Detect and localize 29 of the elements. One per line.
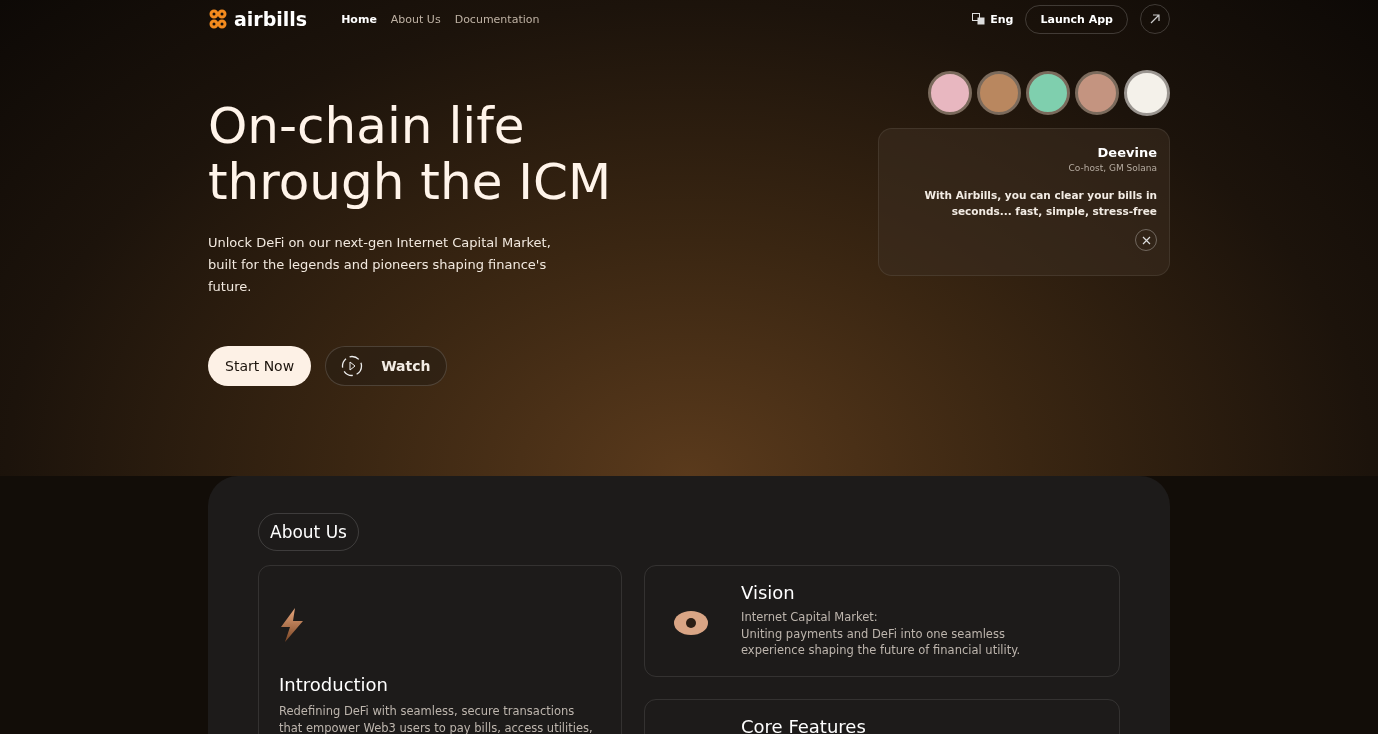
testimonial-name: Deevine <box>1097 145 1157 160</box>
card-title: Introduction <box>279 674 389 695</box>
testimonial-role: Co-host, GM Solana <box>1068 163 1157 173</box>
logo-icon <box>208 9 228 29</box>
translate-icon[interactable] <box>972 13 986 25</box>
play-icon <box>341 355 364 377</box>
x-icon <box>1141 235 1151 245</box>
avatar[interactable] <box>1075 71 1119 115</box>
logo-text: airbills <box>234 8 308 30</box>
hero-title: On-chain life through the ICM <box>208 98 612 210</box>
card-text: Internet Capital Market: Uniting payments and DeFi into one seamless experience shaping the future of financial utility. <box>741 609 1022 659</box>
hero-subtitle: Unlock DeFi on our next-gen Internet Capital Market, built for the legends and pioneers shaping finance's future. <box>208 234 552 296</box>
language-selector[interactable]: Eng <box>990 12 1014 26</box>
card-title: Vision <box>741 582 796 603</box>
avatar[interactable] <box>928 71 972 115</box>
avatar[interactable] <box>1124 70 1170 116</box>
eye-icon <box>673 610 709 636</box>
card-text: Redefining DeFi with seamless, secure transactions that empower Web3 users to pay bills, access utilities, <box>279 703 594 734</box>
start-now-button[interactable]: Start Now <box>208 346 312 386</box>
avatar[interactable] <box>1026 71 1070 115</box>
card-title: Core Features <box>741 716 866 734</box>
nav-link[interactable]: Documentation <box>454 12 540 26</box>
avatar[interactable] <box>977 71 1021 115</box>
arrow-icon <box>1150 14 1160 24</box>
nav-link[interactable]: About Us <box>390 12 441 26</box>
nav-link[interactable]: Home <box>341 12 377 26</box>
testimonial-quote: With Airbills, you can clear your bills in seconds... fast, simple, stress-free <box>923 188 1157 219</box>
lightning-icon <box>279 608 305 642</box>
watch-button[interactable]: Watch <box>325 346 447 386</box>
